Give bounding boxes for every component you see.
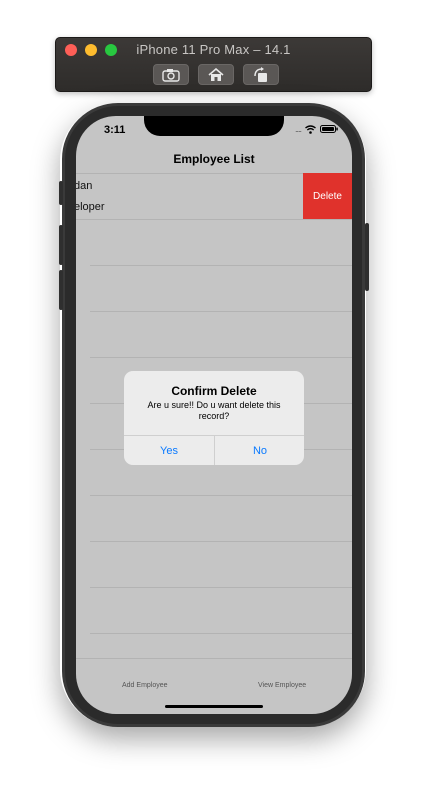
screenshot-icon: [162, 68, 180, 82]
tab-add-employee[interactable]: Add Employee: [122, 682, 168, 689]
row-separator: [90, 495, 352, 496]
employee-name: dan: [76, 180, 93, 192]
battery-icon: [320, 125, 338, 133]
simulator-title: iPhone 11 Pro Max – 14.1: [136, 42, 291, 57]
row-separator: [90, 633, 352, 634]
row-separator: [76, 219, 352, 220]
status-time: 3:11: [104, 124, 126, 136]
alert-message: Are u sure!! Do u want delete this recor…: [147, 400, 281, 421]
alert-no-button[interactable]: No: [215, 436, 304, 465]
screenshot-button[interactable]: [153, 64, 189, 85]
home-indicator[interactable]: [165, 705, 263, 708]
tab-bar-separator: [76, 658, 352, 659]
signal-icon: ....: [294, 124, 302, 134]
row-separator: [90, 265, 352, 266]
home-button[interactable]: [198, 64, 234, 85]
status-icons: ....: [295, 124, 338, 134]
silent-switch: [59, 181, 63, 205]
row-separator: [90, 357, 352, 358]
delete-button[interactable]: Delete: [303, 173, 352, 219]
power-button: [365, 223, 369, 291]
nav-title: Employee List: [173, 152, 255, 166]
rotate-icon: [254, 66, 267, 82]
wifi-icon: [305, 124, 316, 134]
row-separator: [90, 541, 352, 542]
tab-view-employee[interactable]: View Employee: [258, 682, 306, 689]
volume-up-button: [59, 225, 63, 265]
rotate-button[interactable]: [243, 64, 279, 85]
volume-down-button: [59, 270, 63, 310]
employee-role: eloper: [76, 201, 105, 213]
alert-title: Confirm Delete: [171, 384, 257, 398]
simulator-toolbar: iPhone 11 Pro Max – 14.1: [55, 37, 372, 92]
row-separator: [90, 311, 352, 312]
alert-yes-button[interactable]: Yes: [124, 436, 214, 465]
home-icon: [208, 67, 224, 81]
phone-screen: 3:11 .... Employee List dan eloper Delet…: [76, 116, 352, 714]
row-separator: [90, 587, 352, 588]
confirm-delete-alert: Confirm Delete Are u sure!! Do u want de…: [124, 371, 304, 465]
notch: [144, 116, 284, 136]
